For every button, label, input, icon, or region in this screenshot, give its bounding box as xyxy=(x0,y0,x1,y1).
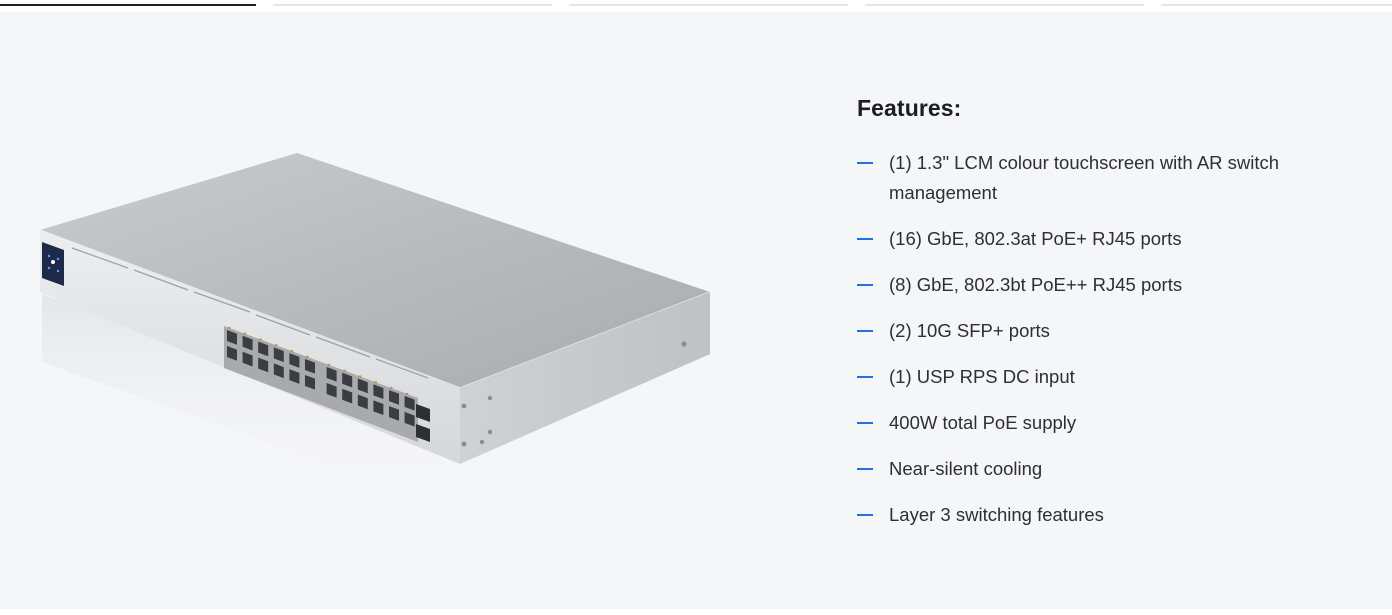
page: Features: (1) 1.3" LCM colour touchscree… xyxy=(0,0,1392,615)
tab-5[interactable] xyxy=(1161,4,1392,6)
dash-bullet-icon xyxy=(857,376,873,378)
features-heading: Features: xyxy=(857,95,962,121)
port-led xyxy=(259,338,262,341)
feature-item: (2) 10G SFP+ ports xyxy=(857,316,1357,346)
port-led xyxy=(390,387,393,389)
feature-list: (1) 1.3" LCM colour touchscreen with AR … xyxy=(857,148,1357,530)
dash-bullet-icon xyxy=(857,162,873,164)
dash-bullet-icon xyxy=(857,330,873,332)
dash-bullet-icon xyxy=(857,238,873,240)
dash-bullet-icon xyxy=(857,422,873,424)
port-led xyxy=(243,332,247,335)
tab-2[interactable] xyxy=(273,4,552,6)
dash-bullet-icon xyxy=(857,468,873,470)
dash-bullet-icon xyxy=(857,514,873,516)
feature-item-text: (8) GbE, 802.3bt PoE++ RJ45 ports xyxy=(889,274,1183,295)
port-led xyxy=(374,381,377,383)
port-led xyxy=(274,344,278,346)
feature-panel: Features: (1) 1.3" LCM colour touchscree… xyxy=(0,12,1392,609)
port-led xyxy=(327,363,331,366)
port-led xyxy=(306,355,309,358)
feature-item: (1) USP RPS DC input xyxy=(857,362,1357,392)
port-led xyxy=(405,392,409,395)
port-led xyxy=(343,369,346,372)
carousel-tab-strip xyxy=(0,0,1392,12)
port-led xyxy=(290,350,293,352)
feature-item-text: (16) GbE, 802.3at PoE+ RJ45 ports xyxy=(889,228,1182,249)
feature-item: (16) GbE, 802.3at PoE+ RJ45 ports xyxy=(857,224,1357,254)
features-section: Features: (1) 1.3" LCM colour touchscree… xyxy=(857,95,1357,546)
tab-3[interactable] xyxy=(569,4,848,6)
feature-item: Layer 3 switching features xyxy=(857,500,1357,530)
feature-item-text: (1) USP RPS DC input xyxy=(889,366,1075,387)
network-switch-image xyxy=(39,153,711,512)
port-led xyxy=(358,375,362,378)
tab-4[interactable] xyxy=(865,4,1144,6)
feature-item: 400W total PoE supply xyxy=(857,408,1357,438)
feature-item-text: (2) 10G SFP+ ports xyxy=(889,320,1050,341)
feature-item: (1) 1.3" LCM colour touchscreen with AR … xyxy=(857,148,1357,208)
tab-1[interactable] xyxy=(0,4,256,6)
feature-item-text: Layer 3 switching features xyxy=(889,504,1104,525)
feature-item-text: Near-silent cooling xyxy=(889,458,1043,479)
feature-item: (8) GbE, 802.3bt PoE++ RJ45 ports xyxy=(857,270,1357,300)
feature-item-text: (1) 1.3" LCM colour touchscreen with AR … xyxy=(889,152,1280,203)
port-led xyxy=(228,327,231,329)
feature-item: Near-silent cooling xyxy=(857,454,1357,484)
dash-bullet-icon xyxy=(857,284,873,286)
feature-item-text: 400W total PoE supply xyxy=(889,412,1077,433)
